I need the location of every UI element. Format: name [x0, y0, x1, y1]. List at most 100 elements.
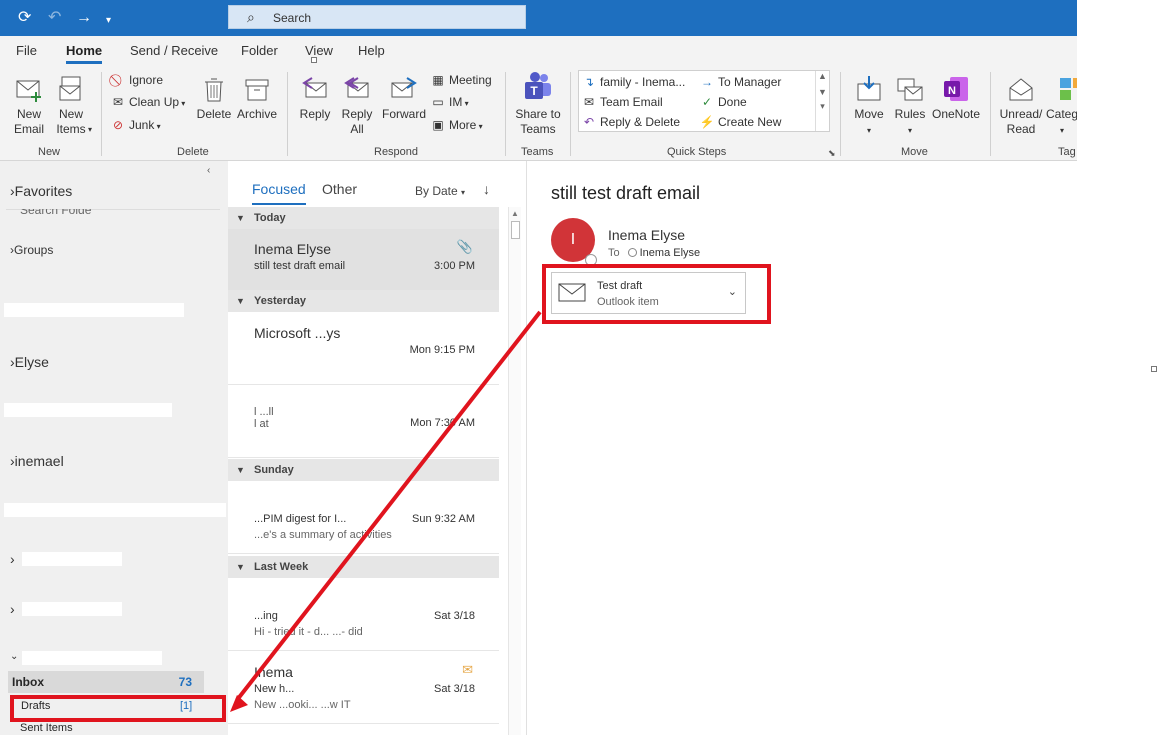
customize-qat-icon[interactable]: ▾: [106, 12, 111, 30]
quick-step-reply-delete[interactable]: ↶ Reply & Delete: [581, 113, 680, 131]
group-label-tags: Tag: [1058, 146, 1076, 158]
quick-step-team-email[interactable]: ✉ Team Email: [581, 93, 663, 111]
tab-other[interactable]: Other: [322, 181, 357, 197]
rules-button[interactable]: Rules ▾: [892, 74, 928, 138]
scroll-down-icon[interactable]: ▼: [816, 87, 829, 97]
chevron-down-icon: ▼: [236, 562, 245, 572]
message-item[interactable]: ...ing Hi - tried it - d... ...- did Sat…: [228, 579, 499, 651]
meeting-button[interactable]: ▦ Meeting: [430, 71, 491, 89]
reply-button[interactable]: Reply: [298, 74, 332, 122]
folder-favorites[interactable]: ›Favorites: [10, 183, 72, 199]
quick-step-done[interactable]: ✓ Done: [699, 93, 747, 111]
group-header-label: Last Week: [254, 561, 309, 573]
separator: [505, 72, 506, 156]
tab-focused[interactable]: Focused: [252, 181, 306, 205]
reply-all-button[interactable]: Reply All: [340, 74, 374, 137]
folder-drafts[interactable]: Drafts [1]: [10, 696, 220, 720]
clean-up-button[interactable]: ✉ Clean Up ▾: [110, 93, 185, 111]
quick-steps-scroll[interactable]: ▲ ▼ ▾: [815, 71, 829, 131]
forward-button[interactable]: Forward: [381, 74, 427, 122]
more-icon: ▣: [432, 118, 444, 132]
expand-gallery-icon[interactable]: ▾: [816, 101, 829, 112]
tab-file[interactable]: File: [16, 43, 37, 58]
chevron-down-icon[interactable]: ⌄: [728, 285, 737, 298]
quick-step-to-manager[interactable]: → To Manager: [699, 73, 781, 91]
tab-help[interactable]: Help: [358, 43, 385, 58]
delete-button[interactable]: Delete: [196, 74, 232, 122]
group-label-move: Move: [901, 146, 928, 158]
message-list-scrollbar[interactable]: ▲: [508, 207, 521, 735]
folder-search-folders[interactable]: Search Folders: [10, 209, 91, 219]
collapse-pane-icon[interactable]: ‹: [207, 165, 210, 176]
undo-icon[interactable]: ↶: [48, 9, 61, 27]
more-button[interactable]: ▣ More ▾: [430, 116, 482, 134]
clean-up-label: Clean Up: [129, 95, 180, 109]
resize-handle[interactable]: [1151, 366, 1157, 372]
scroll-up-icon[interactable]: ▲: [816, 71, 829, 81]
message-preview: ...e's a summary of activities: [254, 529, 392, 541]
new-items-button[interactable]: New Items ▾: [50, 74, 92, 137]
tab-send-receive[interactable]: Send / Receive: [130, 43, 218, 58]
to-label: To: [608, 247, 620, 259]
dialog-launcher-icon[interactable]: ⬊: [828, 148, 836, 159]
group-header-today[interactable]: ▼ Today: [228, 207, 499, 229]
svg-text:T: T: [530, 84, 538, 98]
folder-favorites-label: Favorites: [14, 183, 73, 199]
quick-step-create-new[interactable]: ⚡ Create New: [699, 113, 782, 131]
folder-sent-items[interactable]: Sent Items: [20, 722, 73, 734]
archive-button[interactable]: Archive: [235, 74, 279, 122]
message-item[interactable]: Microsoft ...ys Mon 9:15 PM: [228, 313, 499, 385]
folder-redacted-1[interactable]: ›: [10, 551, 15, 567]
search-box[interactable]: ⌕ Search: [228, 5, 526, 29]
group-header-last-week[interactable]: ▼ Last Week: [228, 556, 499, 578]
scroll-up-icon[interactable]: ▲: [511, 209, 519, 218]
im-button[interactable]: ▭ IM ▾: [430, 93, 468, 111]
group-header-label: Today: [254, 212, 286, 224]
recipient-name[interactable]: Inema Elyse: [640, 247, 701, 259]
folder-redacted-2[interactable]: ›: [10, 601, 15, 617]
paperclip-icon: 📎: [456, 239, 473, 254]
sort-direction-icon[interactable]: ↓: [483, 181, 490, 197]
folder-inbox[interactable]: Inbox 73: [8, 671, 204, 693]
folder-pane: ‹ ›Favorites Search Folders ›Groups ›Ely…: [0, 161, 228, 735]
resize-handle[interactable]: [311, 57, 317, 63]
group-label-respond: Respond: [374, 146, 419, 158]
attachment-card[interactable]: Test draft Outlook item ⌄: [551, 272, 746, 314]
folder-inemael[interactable]: ›inemael: [10, 453, 64, 469]
account-expander[interactable]: ⌄: [10, 651, 18, 662]
chevron-right-icon: ›: [10, 551, 15, 567]
message-item[interactable]: Inema ✉ New h... New ...ooki... ...w IT …: [228, 652, 499, 724]
scroll-thumb[interactable]: [511, 221, 520, 239]
share-to-teams-button[interactable]: T Share to Teams: [512, 70, 564, 137]
quick-step-family[interactable]: ↴ family - Inema...: [581, 73, 685, 91]
sort-dropdown[interactable]: By Date ▾: [415, 184, 465, 198]
move-icon: [857, 76, 881, 101]
ignore-button[interactable]: ⃠Ignore: [110, 71, 163, 89]
categorize-label: Categ: [1046, 107, 1077, 121]
group-header-sunday[interactable]: ▼ Sunday: [228, 459, 499, 481]
reading-sender[interactable]: Inema Elyse: [608, 227, 685, 243]
message-item[interactable]: Mon 7:30 AM l ...ll l at: [228, 386, 499, 458]
clean-up-icon: ✉: [112, 95, 124, 109]
folder-groups[interactable]: ›Groups: [10, 243, 53, 257]
junk-button[interactable]: ⊘ Junk ▾: [110, 116, 161, 134]
folder-inemael-label: inemael: [14, 453, 64, 469]
folder-elyse[interactable]: ›Elyse: [10, 354, 49, 370]
new-email-button[interactable]: New Email: [10, 74, 48, 137]
lightning-icon: ⚡: [699, 115, 715, 129]
reply-icon: [302, 77, 327, 98]
onenote-button[interactable]: N OneNote: [930, 74, 982, 122]
forward-arrow-icon[interactable]: →: [76, 9, 92, 27]
tab-folder[interactable]: Folder: [241, 43, 278, 58]
tab-home[interactable]: Home: [66, 43, 103, 64]
categorize-button[interactable]: Categ ▾: [1046, 74, 1077, 138]
group-header-yesterday[interactable]: ▼ Yesterday: [228, 290, 499, 312]
unread-read-button[interactable]: Unread/ Read: [998, 74, 1044, 137]
chevron-down-icon: ▼: [236, 296, 245, 306]
presence-status-icon: [585, 254, 597, 266]
tab-view[interactable]: View: [305, 43, 333, 58]
message-item[interactable]: ...PIM digest for I... ...e's a summary …: [228, 482, 499, 554]
sync-icon[interactable]: ⟳: [18, 9, 31, 27]
move-to-folder-icon: ↴: [583, 75, 595, 89]
move-button[interactable]: Move ▾: [850, 74, 888, 138]
